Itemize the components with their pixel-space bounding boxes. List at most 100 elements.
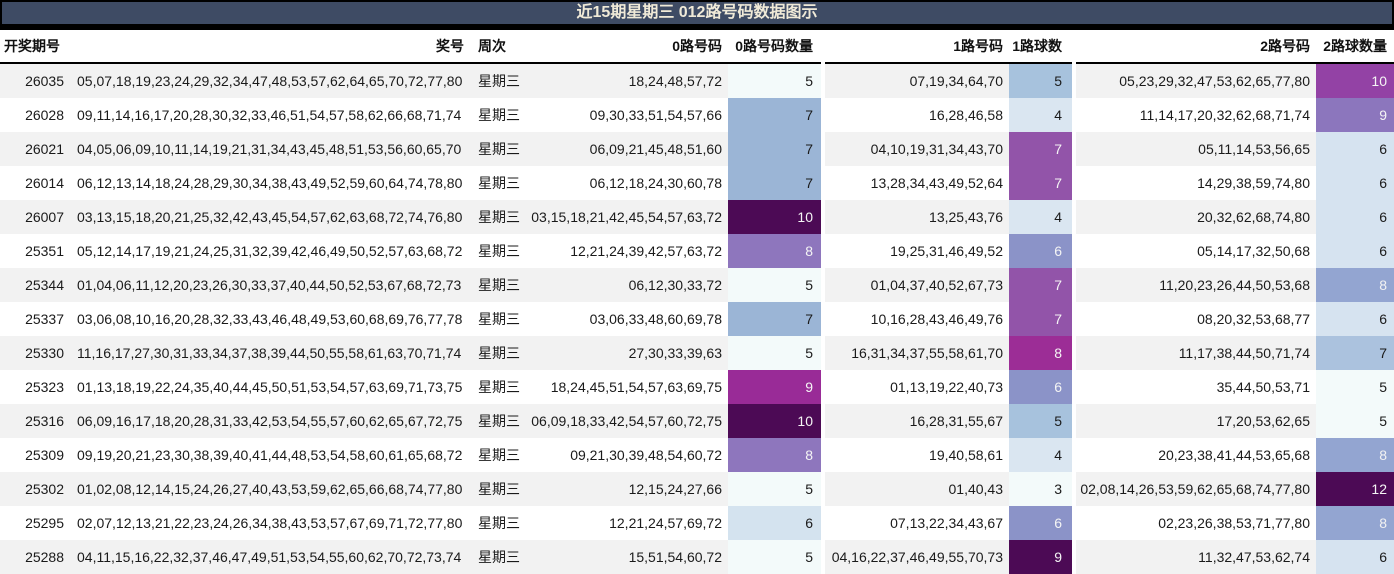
cell-draw-period: 25351 bbox=[0, 234, 68, 268]
table-row: 26028 09,11,14,16,17,20,28,30,32,33,46,51… bbox=[0, 98, 1394, 132]
cell-road0-numbers: 18,24,48,57,72 bbox=[520, 63, 728, 98]
cell-weekday: 星期三 bbox=[470, 98, 520, 132]
cell-road0-count: 5 bbox=[728, 63, 825, 98]
header-weekday: 周次 bbox=[470, 30, 520, 64]
cell-road0-count: 5 bbox=[728, 336, 825, 370]
cell-road0-count: 8 bbox=[728, 234, 825, 268]
cell-road2-count: 12 bbox=[1316, 472, 1394, 506]
cell-winning-numbers: 06,09,16,17,18,20,28,31,33,42,53,54,55,5… bbox=[68, 404, 470, 438]
cell-road2-count: 8 bbox=[1316, 268, 1394, 302]
title-frame: 近15期星期三 012路号码数据图示 bbox=[0, 0, 1394, 30]
cell-road1-numbers: 01,04,37,40,52,67,73 bbox=[823, 268, 1009, 302]
cell-road1-numbers: 16,31,34,37,55,58,61,70 bbox=[823, 336, 1009, 370]
cell-road1-numbers: 16,28,31,55,67 bbox=[823, 404, 1009, 438]
cell-road2-count: 6 bbox=[1316, 302, 1394, 336]
page-title: 近15期星期三 012路号码数据图示 bbox=[2, 2, 1392, 24]
header-road2-count: 2路球数量 bbox=[1316, 30, 1394, 64]
cell-weekday: 星期三 bbox=[470, 302, 520, 336]
cell-road0-numbers: 12,21,24,39,42,57,63,72 bbox=[520, 234, 728, 268]
cell-road2-numbers: 05,11,14,53,56,65 bbox=[1074, 132, 1316, 166]
cell-weekday: 星期三 bbox=[470, 540, 520, 574]
cell-road1-numbers: 10,16,28,43,46,49,76 bbox=[823, 302, 1009, 336]
cell-winning-numbers: 02,07,12,13,21,22,23,24,26,34,38,43,53,5… bbox=[68, 506, 470, 540]
header-row: 开奖期号 奖号 周次 0路号码 0路号码数量 1路号码 1路球数 2路号码 2路… bbox=[0, 30, 1394, 64]
cell-weekday: 星期三 bbox=[470, 166, 520, 200]
cell-winning-numbers: 09,11,14,16,17,20,28,30,32,33,46,51,54,5… bbox=[68, 98, 470, 132]
cell-road2-numbers: 11,32,47,53,62,74 bbox=[1074, 540, 1316, 574]
cell-road1-numbers: 01,13,19,22,40,73 bbox=[823, 370, 1009, 404]
table-row: 26007 03,13,15,18,20,21,25,32,42,43,45,54… bbox=[0, 200, 1394, 234]
cell-road2-count: 5 bbox=[1316, 370, 1394, 404]
cell-draw-period: 25330 bbox=[0, 336, 68, 370]
cell-road0-count: 8 bbox=[728, 438, 825, 472]
cell-road2-numbers: 20,23,38,41,44,53,65,68 bbox=[1074, 438, 1316, 472]
cell-road2-count: 7 bbox=[1316, 336, 1394, 370]
table-row: 25288 04,11,15,16,22,32,37,46,47,49,51,53… bbox=[0, 540, 1394, 574]
cell-draw-period: 25309 bbox=[0, 438, 68, 472]
cell-road1-numbers: 04,16,22,37,46,49,55,70,73 bbox=[823, 540, 1009, 574]
cell-road2-numbers: 35,44,50,53,71 bbox=[1074, 370, 1316, 404]
cell-road0-numbers: 12,21,24,57,69,72 bbox=[520, 506, 728, 540]
cell-weekday: 星期三 bbox=[470, 438, 520, 472]
cell-road2-count: 8 bbox=[1316, 506, 1394, 540]
cell-road2-numbers: 05,14,17,32,50,68 bbox=[1074, 234, 1316, 268]
cell-draw-period: 26028 bbox=[0, 98, 68, 132]
cell-road1-count: 8 bbox=[1009, 336, 1076, 370]
cell-draw-period: 25295 bbox=[0, 506, 68, 540]
cell-road1-numbers: 04,10,19,31,34,43,70 bbox=[823, 132, 1009, 166]
table-row: 25309 09,19,20,21,23,30,38,39,40,41,44,48… bbox=[0, 438, 1394, 472]
cell-road2-count: 9 bbox=[1316, 98, 1394, 132]
cell-road0-count: 5 bbox=[728, 540, 825, 574]
cell-road1-count: 4 bbox=[1009, 98, 1076, 132]
cell-road0-count: 7 bbox=[728, 98, 825, 132]
cell-winning-numbers: 06,12,13,14,18,24,28,29,30,34,38,43,49,5… bbox=[68, 166, 470, 200]
cell-winning-numbers: 03,06,08,10,16,20,28,32,33,43,46,48,49,5… bbox=[68, 302, 470, 336]
cell-winning-numbers: 01,02,08,12,14,15,24,26,27,40,43,53,59,6… bbox=[68, 472, 470, 506]
road-data-table: 开奖期号 奖号 周次 0路号码 0路号码数量 1路号码 1路球数 2路号码 2路… bbox=[0, 30, 1394, 574]
cell-draw-period: 26021 bbox=[0, 132, 68, 166]
cell-road0-count: 5 bbox=[728, 472, 825, 506]
cell-road1-count: 9 bbox=[1009, 540, 1076, 574]
cell-road0-count: 7 bbox=[728, 302, 825, 336]
cell-road0-numbers: 27,30,33,39,63 bbox=[520, 336, 728, 370]
cell-road1-numbers: 13,28,34,43,49,52,64 bbox=[823, 166, 1009, 200]
cell-weekday: 星期三 bbox=[470, 336, 520, 370]
cell-road2-numbers: 08,20,32,53,68,77 bbox=[1074, 302, 1316, 336]
cell-road2-numbers: 05,23,29,32,47,53,62,65,77,80 bbox=[1074, 63, 1316, 98]
cell-road0-numbers: 09,30,33,51,54,57,66 bbox=[520, 98, 728, 132]
cell-weekday: 星期三 bbox=[470, 63, 520, 98]
cell-road1-numbers: 13,25,43,76 bbox=[823, 200, 1009, 234]
cell-road1-numbers: 19,25,31,46,49,52 bbox=[823, 234, 1009, 268]
cell-road2-count: 6 bbox=[1316, 200, 1394, 234]
cell-road2-count: 6 bbox=[1316, 166, 1394, 200]
cell-weekday: 星期三 bbox=[470, 506, 520, 540]
cell-draw-period: 25323 bbox=[0, 370, 68, 404]
cell-road0-numbers: 06,09,21,45,48,51,60 bbox=[520, 132, 728, 166]
table-row: 25351 05,12,14,17,19,21,24,25,31,32,39,42… bbox=[0, 234, 1394, 268]
table-row: 26035 05,07,18,19,23,24,29,32,34,47,48,53… bbox=[0, 63, 1394, 98]
cell-road0-numbers: 03,06,33,48,60,69,78 bbox=[520, 302, 728, 336]
cell-road2-count: 10 bbox=[1316, 63, 1394, 98]
table-row: 26021 04,05,06,09,10,11,14,19,21,31,34,43… bbox=[0, 132, 1394, 166]
cell-weekday: 星期三 bbox=[470, 268, 520, 302]
table-row: 25323 01,13,18,19,22,24,35,40,44,45,50,51… bbox=[0, 370, 1394, 404]
cell-weekday: 星期三 bbox=[470, 404, 520, 438]
cell-winning-numbers: 09,19,20,21,23,30,38,39,40,41,44,48,53,5… bbox=[68, 438, 470, 472]
table-row: 25302 01,02,08,12,14,15,24,26,27,40,43,53… bbox=[0, 472, 1394, 506]
cell-winning-numbers: 05,12,14,17,19,21,24,25,31,32,39,42,46,4… bbox=[68, 234, 470, 268]
cell-road1-numbers: 19,40,58,61 bbox=[823, 438, 1009, 472]
header-road0-numbers: 0路号码 bbox=[520, 30, 728, 64]
cell-road0-numbers: 06,09,18,33,42,54,57,60,72,75 bbox=[520, 404, 728, 438]
cell-road2-numbers: 11,14,17,20,32,62,68,71,74 bbox=[1074, 98, 1316, 132]
cell-draw-period: 25337 bbox=[0, 302, 68, 336]
cell-road1-count: 6 bbox=[1009, 370, 1076, 404]
cell-road1-count: 3 bbox=[1009, 472, 1076, 506]
cell-draw-period: 25288 bbox=[0, 540, 68, 574]
table-row: 25337 03,06,08,10,16,20,28,32,33,43,46,48… bbox=[0, 302, 1394, 336]
cell-winning-numbers: 05,07,18,19,23,24,29,32,34,47,48,53,57,6… bbox=[68, 63, 470, 98]
table-row: 25344 01,04,06,11,12,20,23,26,30,33,37,40… bbox=[0, 268, 1394, 302]
cell-road1-numbers: 01,40,43 bbox=[823, 472, 1009, 506]
cell-road1-count: 4 bbox=[1009, 438, 1076, 472]
cell-weekday: 星期三 bbox=[470, 472, 520, 506]
cell-road2-numbers: 11,20,23,26,44,50,53,68 bbox=[1074, 268, 1316, 302]
